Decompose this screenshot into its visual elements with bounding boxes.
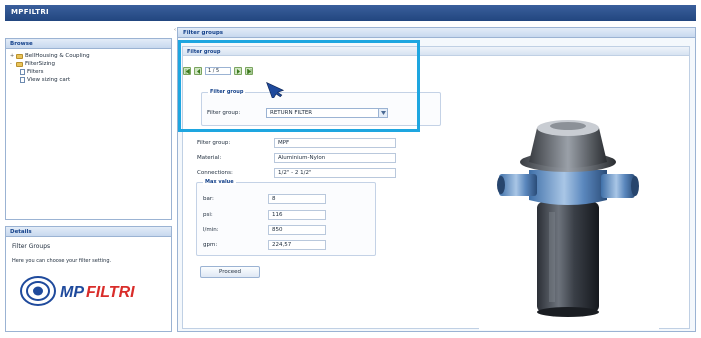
- app-title-bar: MPFILTRI: [5, 5, 696, 21]
- fieldset-legend: Max value: [203, 179, 236, 185]
- app-title: MPFILTRI: [11, 8, 49, 16]
- first-page-icon: [185, 68, 190, 74]
- max-value-label: l/min:: [203, 227, 219, 233]
- dropdown-arrow-icon[interactable]: [378, 109, 387, 117]
- mpfiltri-logo: MP FILTRI: [20, 276, 135, 306]
- fieldset-legend: Filter group: [208, 89, 246, 95]
- svg-text:MP: MP: [60, 284, 84, 301]
- previous-page-button[interactable]: [194, 67, 202, 75]
- filter-group-value: MPF: [274, 138, 396, 148]
- folder-icon: [16, 61, 23, 67]
- document-icon: [20, 69, 25, 75]
- filter-group-header: Filter group: [183, 47, 689, 56]
- tree-item-label: BellHousing & Coupling: [25, 53, 90, 59]
- details-heading: Filter Groups: [12, 243, 51, 250]
- pager-toolbar: 1 / 5: [183, 66, 253, 76]
- max-value-label: gpm:: [203, 242, 218, 248]
- filter-group-selected-value: RETURN FILTER: [270, 110, 313, 116]
- info-label: Filter group:: [197, 140, 231, 146]
- return-filter-image: [497, 120, 639, 317]
- connections-value: 1/2" - 2 1/2": [274, 168, 396, 178]
- details-text: Here you can choose your filter setting.: [12, 258, 112, 264]
- filter-product-image: [479, 82, 659, 330]
- browse-panel-header: Browse: [6, 39, 171, 49]
- tree-item-view-sizing-cart[interactable]: View sizing cart: [10, 76, 167, 84]
- tree-item-label: Filters: [27, 69, 44, 75]
- info-label: Material:: [197, 155, 222, 161]
- last-page-icon: [246, 68, 251, 74]
- tree-item-label: View sizing cart: [27, 77, 71, 83]
- svg-text:FILTRI: FILTRI: [86, 284, 135, 301]
- previous-page-icon: [196, 68, 200, 74]
- document-icon: [20, 77, 25, 83]
- proceed-button[interactable]: Proceed: [200, 266, 260, 278]
- lmin-value: 850: [268, 225, 326, 235]
- max-value-label: bar:: [203, 196, 214, 202]
- tree-item-label: FilterSizing: [25, 61, 56, 67]
- tree-toggle[interactable]: -: [10, 61, 14, 67]
- gpm-value: 224,57: [268, 240, 326, 250]
- tree-item-bellhousing[interactable]: + BellHousing & Coupling: [10, 52, 167, 60]
- tree-item-filtersizing[interactable]: - FilterSizing: [10, 60, 167, 68]
- details-panel: Details Filter Groups Here you can choos…: [5, 226, 172, 332]
- browse-panel: Browse + BellHousing & Coupling - Filter…: [5, 38, 172, 220]
- last-page-button[interactable]: [245, 67, 253, 75]
- next-page-button[interactable]: [234, 67, 242, 75]
- bar-value: 8: [268, 194, 326, 204]
- folder-icon: [16, 53, 23, 59]
- next-page-icon: [236, 68, 240, 74]
- filter-group-select[interactable]: RETURN FILTER: [266, 108, 388, 118]
- first-page-button[interactable]: [183, 67, 191, 75]
- material-value: Aluminium-Nylon: [274, 153, 396, 163]
- page-number-input[interactable]: 1 / 5: [205, 67, 231, 75]
- tree-item-filters[interactable]: Filters: [10, 68, 167, 76]
- main-panel-header: Filter groups: [178, 28, 695, 38]
- psi-value: 116: [268, 210, 326, 220]
- details-panel-header: Details: [6, 227, 171, 237]
- tree-toggle[interactable]: +: [10, 53, 14, 59]
- filter-group-select-label: Filter group:: [207, 110, 241, 116]
- mouse-cursor-icon: [266, 81, 284, 98]
- browse-tree: + BellHousing & Coupling - FilterSizing …: [6, 49, 171, 87]
- max-value-label: psi:: [203, 212, 213, 218]
- info-label: Connections:: [197, 170, 233, 176]
